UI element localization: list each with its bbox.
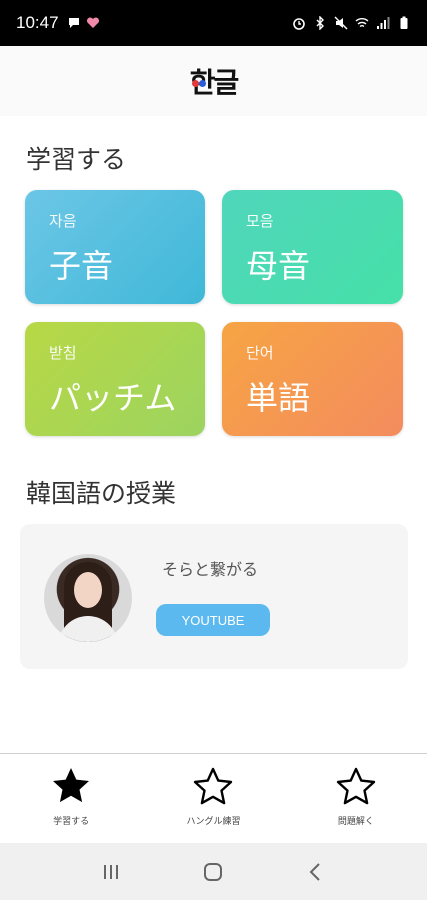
nav-item-solve-problems[interactable]: 問題解く [285,754,427,843]
card-consonants[interactable]: 자음 子音 [25,190,205,304]
avatar [44,554,132,642]
card-japanese-label: パッチム [49,379,177,417]
logo-blue-dot [198,80,206,87]
card-korean-label: 받침 [49,344,77,362]
study-section-title: 学習する [26,145,127,174]
card-japanese-label: 単語 [246,379,311,417]
battery-icon [400,16,408,29]
lesson-card: そらと繋がる YOUTUBE [20,524,408,669]
home-icon[interactable] [201,860,225,884]
bluetooth-icon [316,16,324,30]
nav-item-study[interactable]: 学習する [0,754,142,843]
nav-item-hangul-practice[interactable]: ハングル練習 [142,754,284,843]
youtube-button[interactable]: YOUTUBE [156,604,270,636]
mute-icon [334,16,348,30]
card-batchim[interactable]: 받침 パッチム [25,322,205,436]
alarm-icon [293,18,305,30]
nav-label: 学習する [53,817,90,827]
signal-icon [377,17,390,29]
status-bar: 10:47 [0,0,427,46]
app-logo: 한글 [190,61,240,101]
star-outline-icon [336,767,376,805]
nav-label: ハングル練習 [186,817,241,827]
card-words[interactable]: 단어 単語 [222,322,403,436]
card-korean-label: 단어 [246,344,274,362]
card-japanese-label: 子音 [49,247,114,285]
logo-red-dot [191,80,199,87]
lesson-channel-name: そらと繋がる [162,560,259,579]
status-time: 10:47 [16,13,59,32]
recent-apps-icon[interactable] [99,860,123,884]
card-japanese-label: 母音 [246,247,311,285]
heart-icon [86,17,99,28]
app-bar: 한글 [0,46,427,116]
star-outline-icon [194,767,233,805]
back-icon[interactable] [304,860,328,884]
nav-label: 問題解く [337,817,374,827]
card-korean-label: 자음 [49,212,77,230]
lesson-section-title: 韓国語の授業 [26,479,177,508]
star-filled-icon [53,768,90,803]
bottom-nav: 学習する ハングル練習 問題解く [0,753,427,843]
wifi-icon [355,18,369,28]
card-vowels[interactable]: 모음 母音 [222,190,403,304]
card-korean-label: 모음 [246,212,274,230]
system-nav-bar [0,843,427,900]
chat-bubble-icon [68,18,79,28]
